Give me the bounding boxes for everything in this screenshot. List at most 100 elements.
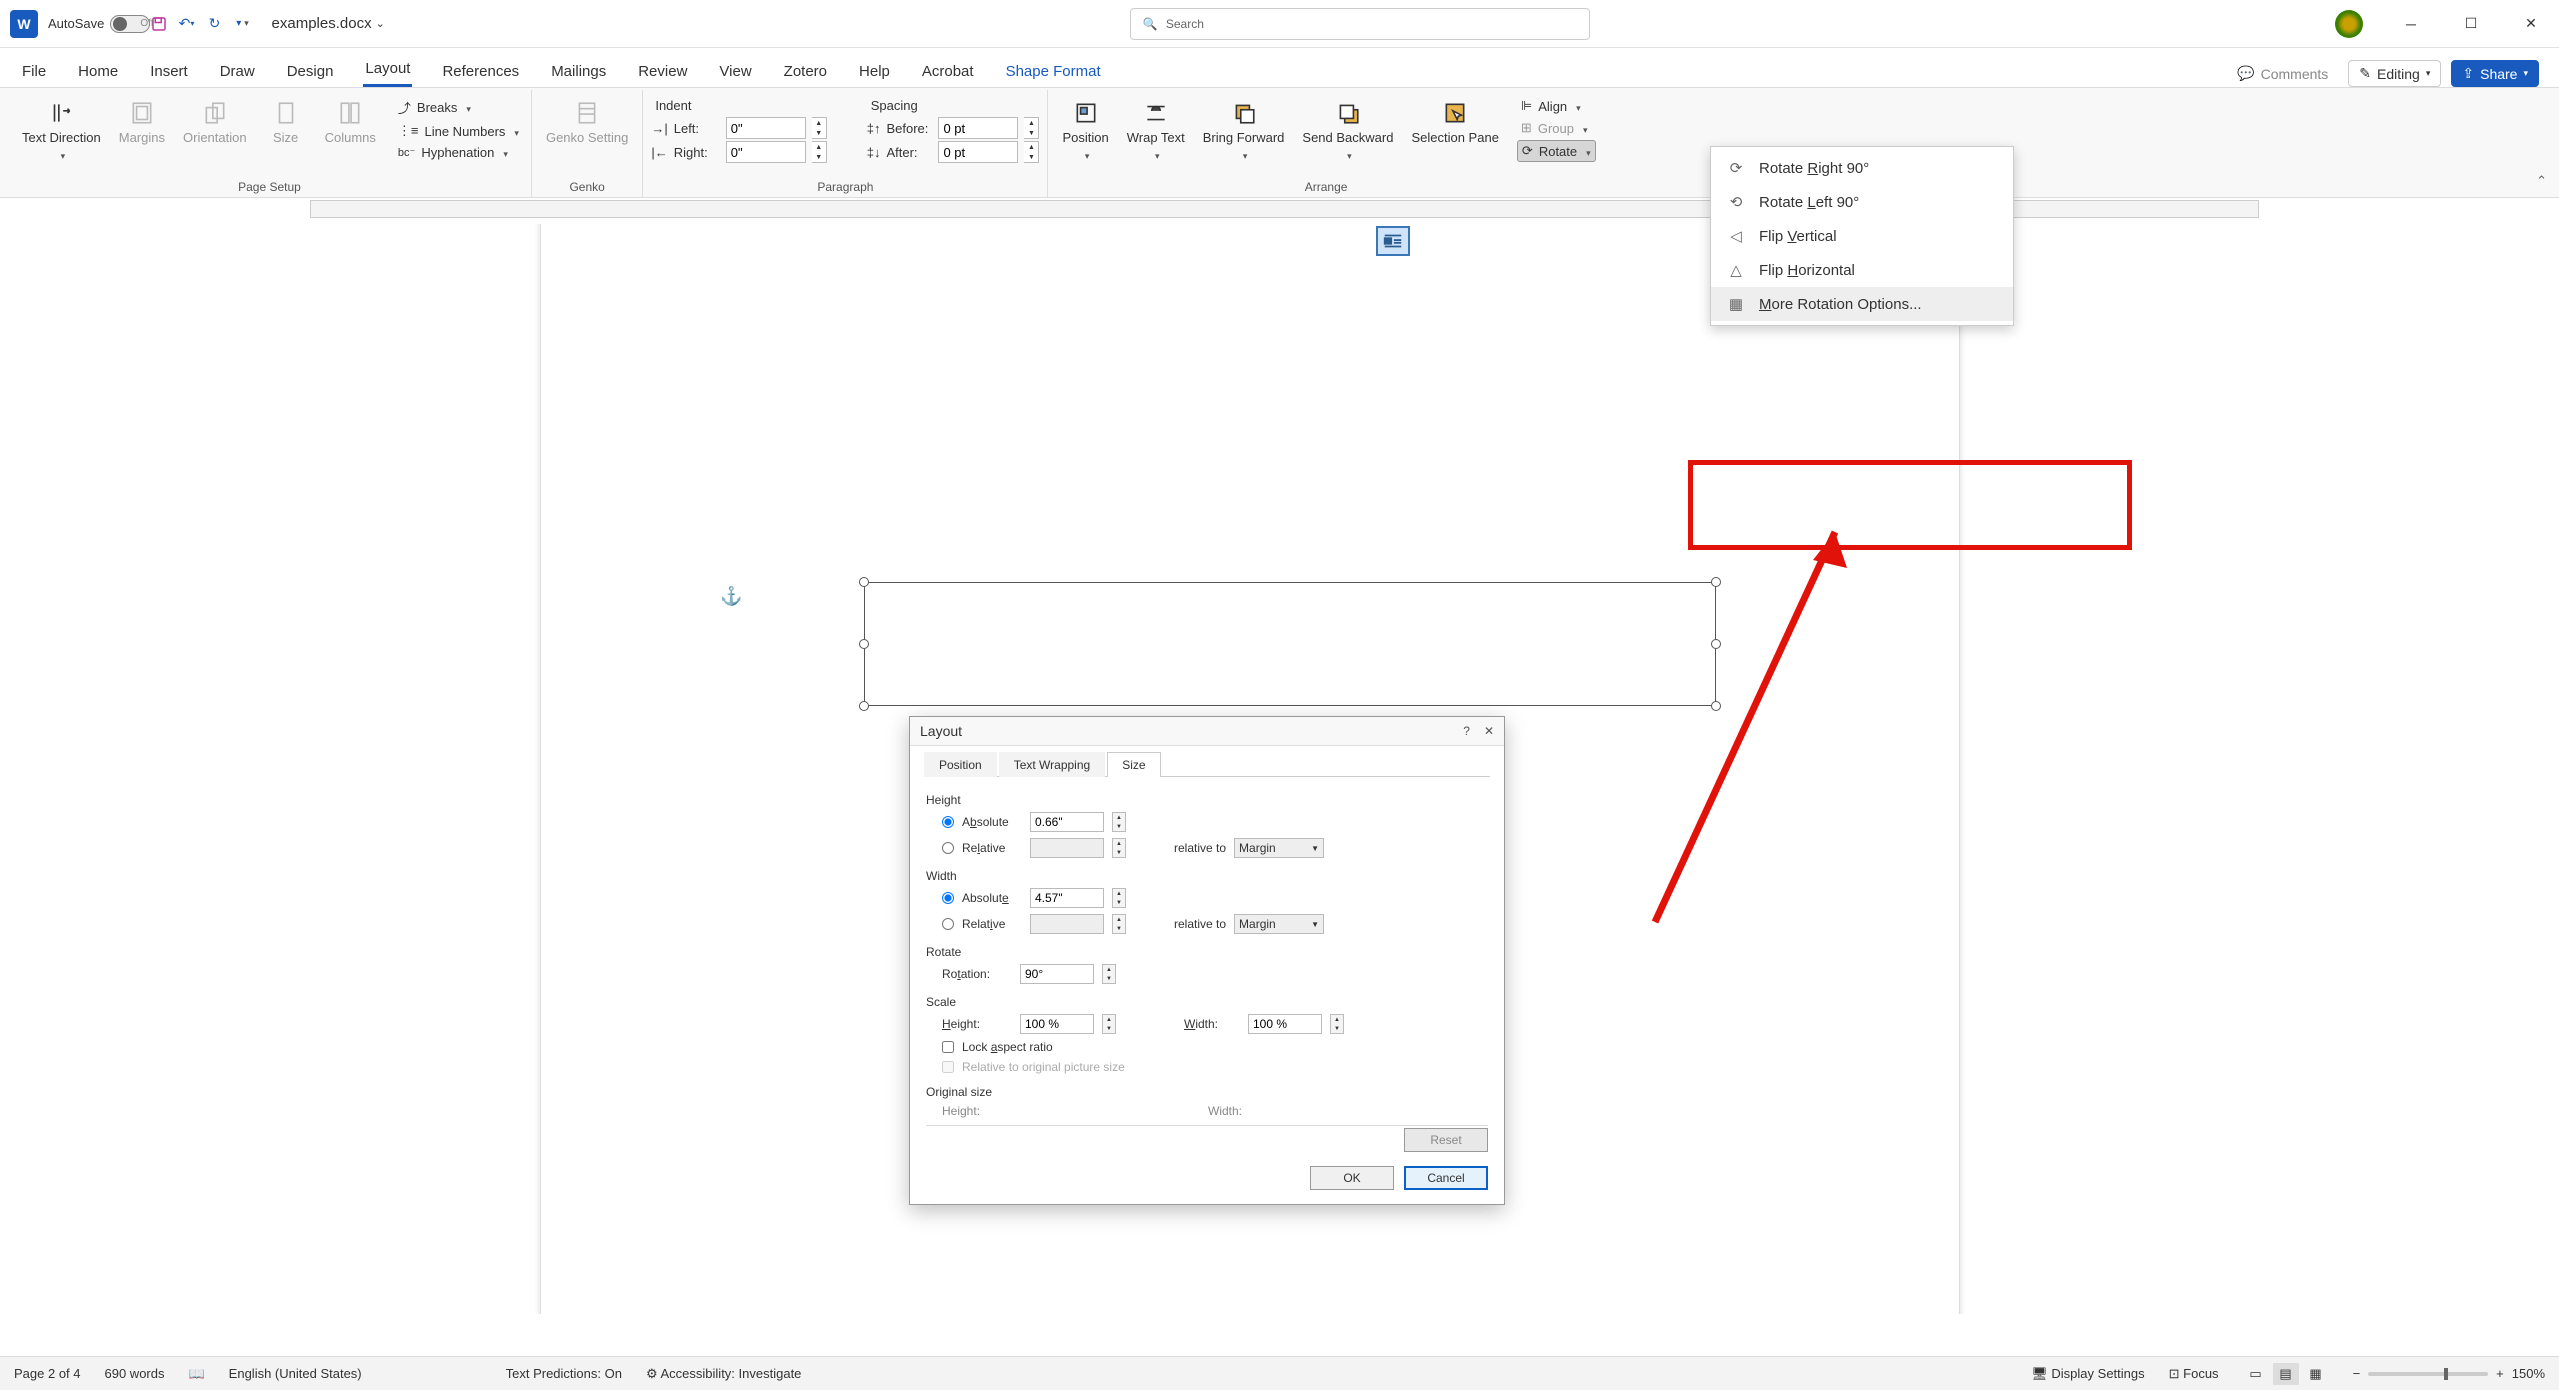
height-relative-to-select[interactable]: Margin▼ (1234, 838, 1324, 858)
height-relative-input[interactable] (1030, 838, 1104, 858)
maximize-button[interactable]: ☐ (2453, 6, 2489, 42)
flip-vertical-item[interactable]: ◁ Flip Vertical (1711, 219, 2013, 253)
spinner-buttons[interactable]: ▲▼ (1024, 141, 1039, 163)
width-absolute-radio[interactable] (942, 892, 954, 904)
tab-design[interactable]: Design (285, 56, 336, 87)
indent-right-field[interactable]: |← Right: ▲▼ (651, 141, 826, 163)
wrap-text-layout-icon[interactable] (1376, 226, 1410, 256)
word-count[interactable]: 690 words (105, 1366, 165, 1381)
more-rotation-options-item[interactable]: ▦ More Rotation Options... (1711, 287, 2013, 321)
width-relative-radio[interactable] (942, 918, 954, 930)
print-layout-button[interactable]: ▤ (2273, 1363, 2299, 1385)
dialog-tab-size[interactable]: Size (1107, 752, 1160, 777)
ok-button[interactable]: OK (1310, 1166, 1394, 1190)
width-relative-input[interactable] (1030, 914, 1104, 934)
spinner-buttons[interactable]: ▲▼ (1112, 838, 1126, 858)
indent-left-field[interactable]: →| Left: ▲▼ (651, 117, 826, 139)
spinner-buttons[interactable]: ▲▼ (1102, 964, 1116, 984)
focus-mode-button[interactable]: ⊡ Focus (2169, 1366, 2219, 1382)
spacing-before-input[interactable] (938, 117, 1018, 139)
tab-acrobat[interactable]: Acrobat (920, 56, 976, 87)
dialog-close-button[interactable]: ✕ (1484, 724, 1494, 738)
spacing-after-input[interactable] (938, 141, 1018, 163)
tab-draw[interactable]: Draw (218, 56, 257, 87)
tab-shape-format[interactable]: Shape Format (1004, 56, 1103, 87)
width-absolute-input[interactable] (1030, 888, 1104, 908)
indent-left-input[interactable] (726, 117, 806, 139)
spinner-buttons[interactable]: ▲▼ (812, 117, 827, 139)
spinner-buttons[interactable]: ▲▼ (1024, 117, 1039, 139)
flip-horizontal-item[interactable]: △ Flip Horizontal (1711, 253, 2013, 287)
search-input[interactable]: 🔍 Search (1130, 8, 1590, 40)
height-absolute-radio[interactable] (942, 816, 954, 828)
cancel-button[interactable]: Cancel (1404, 1166, 1488, 1190)
selection-pane-button[interactable]: Selection Pane (1405, 94, 1504, 166)
vertical-ruler[interactable] (0, 224, 28, 1314)
resize-handle[interactable] (859, 577, 869, 587)
rotate-left-90-item[interactable]: ⟲ Rotate Left 90° (1711, 185, 2013, 219)
spellcheck-icon[interactable]: 📖 (188, 1366, 204, 1382)
zoom-level[interactable]: 150% (2512, 1366, 2545, 1381)
text-predictions-indicator[interactable]: Text Predictions: On (506, 1366, 622, 1381)
autosave-control[interactable]: AutoSave Off (48, 15, 136, 33)
spinner-buttons[interactable]: ▲▼ (812, 141, 827, 163)
zoom-in-button[interactable]: + (2496, 1366, 2504, 1381)
columns-button[interactable]: Columns (319, 94, 382, 166)
resize-handle[interactable] (1711, 577, 1721, 587)
resize-handle[interactable] (1711, 701, 1721, 711)
tab-help[interactable]: Help (857, 56, 892, 87)
text-direction-button[interactable]: Text Direction (16, 94, 107, 166)
rotation-input[interactable] (1020, 964, 1094, 984)
spinner-buttons[interactable]: ▲▼ (1112, 888, 1126, 908)
dialog-tab-text-wrapping[interactable]: Text Wrapping (999, 752, 1105, 777)
height-absolute-input[interactable] (1030, 812, 1104, 832)
resize-handle[interactable] (1711, 639, 1721, 649)
spacing-before-field[interactable]: ‡↑ Before: ▲▼ (867, 117, 1040, 139)
size-button[interactable]: Size (259, 94, 313, 166)
rotate-right-90-item[interactable]: ⟳ Rotate Right 90° (1711, 151, 2013, 185)
send-backward-button[interactable]: Send Backward (1296, 94, 1399, 166)
indent-right-input[interactable] (726, 141, 806, 163)
zoom-out-button[interactable]: − (2353, 1366, 2361, 1381)
position-button[interactable]: Position (1056, 94, 1114, 166)
language-indicator[interactable]: English (United States) (229, 1366, 362, 1381)
undo-icon[interactable]: ↶▾ (178, 15, 196, 33)
tab-insert[interactable]: Insert (148, 56, 190, 87)
align-button[interactable]: ⊫ Align (1517, 96, 1596, 116)
zoom-slider[interactable] (2368, 1372, 2488, 1376)
tab-review[interactable]: Review (636, 56, 689, 87)
breaks-button[interactable]: ⤴ Breaks (394, 96, 523, 119)
document-title[interactable]: examples.docx ⌄ (272, 15, 385, 32)
page-indicator[interactable]: Page 2 of 4 (14, 1366, 81, 1381)
collapse-ribbon-icon[interactable]: ⌃ (2536, 173, 2547, 189)
spinner-buttons[interactable]: ▲▼ (1102, 1014, 1116, 1034)
editing-mode-button[interactable]: ✎ Editing ▾ (2348, 60, 2441, 87)
dialog-titlebar[interactable]: Layout ? ✕ (910, 717, 1504, 746)
rotate-button[interactable]: ⟳ Rotate (1517, 140, 1596, 162)
close-button[interactable]: ✕ (2513, 6, 2549, 42)
scale-height-input[interactable] (1020, 1014, 1094, 1034)
bring-forward-button[interactable]: Bring Forward (1197, 94, 1291, 166)
resize-handle[interactable] (859, 639, 869, 649)
spinner-buttons[interactable]: ▲▼ (1112, 812, 1126, 832)
redo-icon[interactable]: ↻ (206, 15, 224, 33)
spinner-buttons[interactable]: ▲▼ (1330, 1014, 1344, 1034)
spacing-after-field[interactable]: ‡↓ After: ▲▼ (867, 141, 1040, 163)
comments-button[interactable]: 💬 Comments (2227, 61, 2338, 86)
scale-width-input[interactable] (1248, 1014, 1322, 1034)
tab-view[interactable]: View (717, 56, 753, 87)
web-layout-button[interactable]: ▦ (2303, 1363, 2329, 1385)
group-objects-button[interactable]: ⊞ Group (1517, 118, 1596, 138)
spinner-buttons[interactable]: ▲▼ (1112, 914, 1126, 934)
tab-references[interactable]: References (440, 56, 521, 87)
margins-button[interactable]: Margins (113, 94, 171, 166)
tab-file[interactable]: File (20, 56, 48, 87)
qat-customize-icon[interactable]: ▾ (234, 15, 252, 33)
accessibility-indicator[interactable]: ⚙ Accessibility: Investigate (646, 1366, 801, 1382)
dialog-help-button[interactable]: ? (1463, 724, 1470, 738)
tab-zotero[interactable]: Zotero (782, 56, 829, 87)
zoom-control[interactable]: − + 150% (2353, 1366, 2545, 1381)
selected-shape[interactable] (864, 582, 1716, 706)
share-button[interactable]: ⇪ Share ▾ (2451, 60, 2539, 87)
tab-layout[interactable]: Layout (363, 53, 412, 87)
